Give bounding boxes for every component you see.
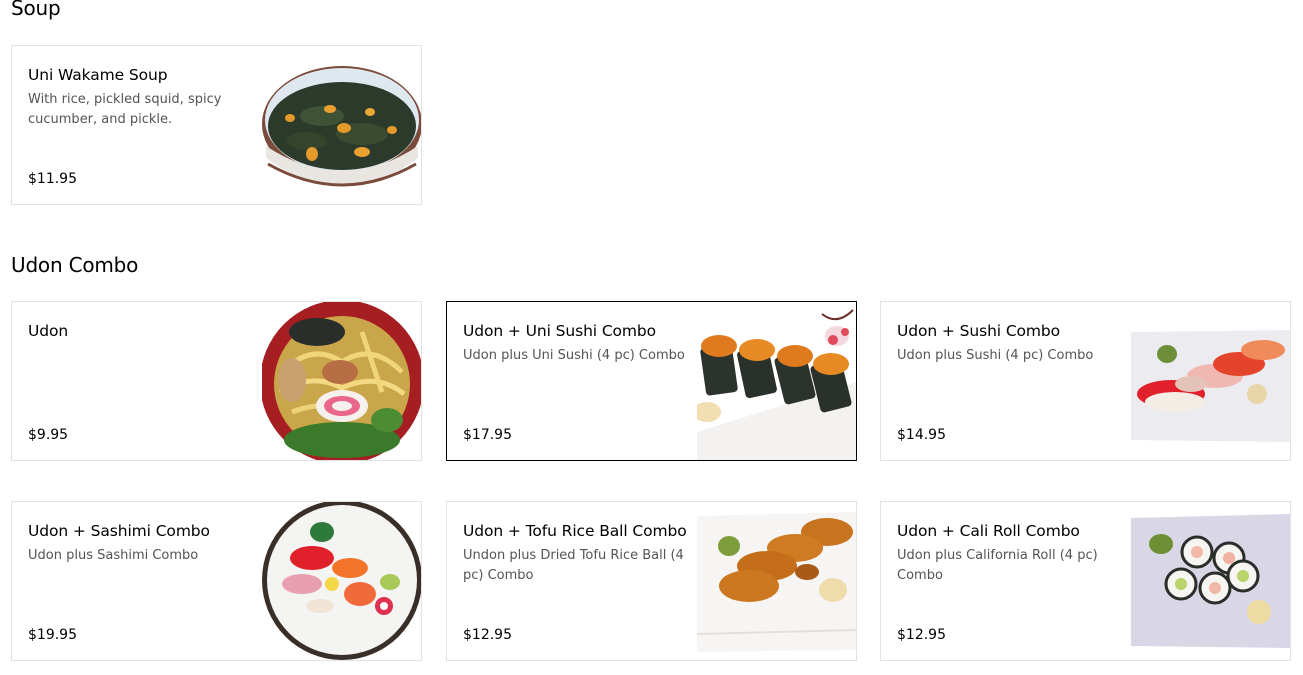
item-price: $12.95 <box>463 627 512 643</box>
menu-item-uni-wakame-soup[interactable]: Uni Wakame Soup With rice, pickled squid… <box>11 45 422 205</box>
item-description: With rice, pickled squid, spicy cucumber… <box>28 92 222 127</box>
menu-item-udon-sashimi-combo[interactable]: Udon + Sashimi Combo Udon plus Sashimi C… <box>11 501 422 661</box>
item-name: Uni Wakame Soup <box>28 66 168 84</box>
menu-item-udon-tofu-rice-ball-combo[interactable]: Udon + Tofu Rice Ball Combo Undon plus D… <box>446 501 857 661</box>
item-price: $9.95 <box>28 427 69 443</box>
menu-item-udon-uni-sushi-combo[interactable]: Udon + Uni Sushi Combo Udon plus Uni Sus… <box>446 301 857 461</box>
item-description: Udon plus Sashimi Combo <box>28 548 199 563</box>
inari-photo <box>697 502 856 660</box>
item-name: Udon + Sushi Combo <box>897 322 1061 340</box>
item-description: Udon plus Uni Sushi (4 pc) Combo <box>463 348 685 363</box>
menu-item-udon-sushi-combo[interactable]: Udon + Sushi Combo Udon plus Sushi (4 pc… <box>880 301 1291 461</box>
item-description: Udon plus California Roll (4 pc) Combo <box>897 548 1098 583</box>
sashimi-photo <box>262 502 421 660</box>
section-title-udon-combo: Udon Combo <box>11 253 139 277</box>
menu-item-udon[interactable]: Udon $9.95 <box>11 301 422 461</box>
item-description: Undon plus Dried Tofu Rice Ball (4 pc) C… <box>463 548 684 583</box>
item-name: Udon <box>28 322 69 340</box>
item-price: $12.95 <box>897 627 946 643</box>
item-description: Udon plus Sushi (4 pc) Combo <box>897 348 1094 363</box>
udon-photo <box>262 302 421 460</box>
item-name: Udon + Uni Sushi Combo <box>463 322 657 340</box>
section-title-soup: Soup <box>11 0 61 20</box>
item-name: Udon + Cali Roll Combo <box>897 522 1080 540</box>
uni-wakame-soup-photo <box>262 46 421 204</box>
item-price: $11.95 <box>28 171 77 187</box>
item-name: Udon + Tofu Rice Ball Combo <box>463 522 687 540</box>
item-price: $19.95 <box>28 627 77 643</box>
item-price: $14.95 <box>897 427 946 443</box>
uni-sushi-photo <box>697 302 856 460</box>
item-price: $17.95 <box>463 427 512 443</box>
menu-item-udon-cali-roll-combo[interactable]: Udon + Cali Roll Combo Udon plus Califor… <box>880 501 1291 661</box>
california-roll-photo <box>1131 502 1290 660</box>
item-name: Udon + Sashimi Combo <box>28 522 210 540</box>
sushi-photo <box>1131 302 1290 460</box>
